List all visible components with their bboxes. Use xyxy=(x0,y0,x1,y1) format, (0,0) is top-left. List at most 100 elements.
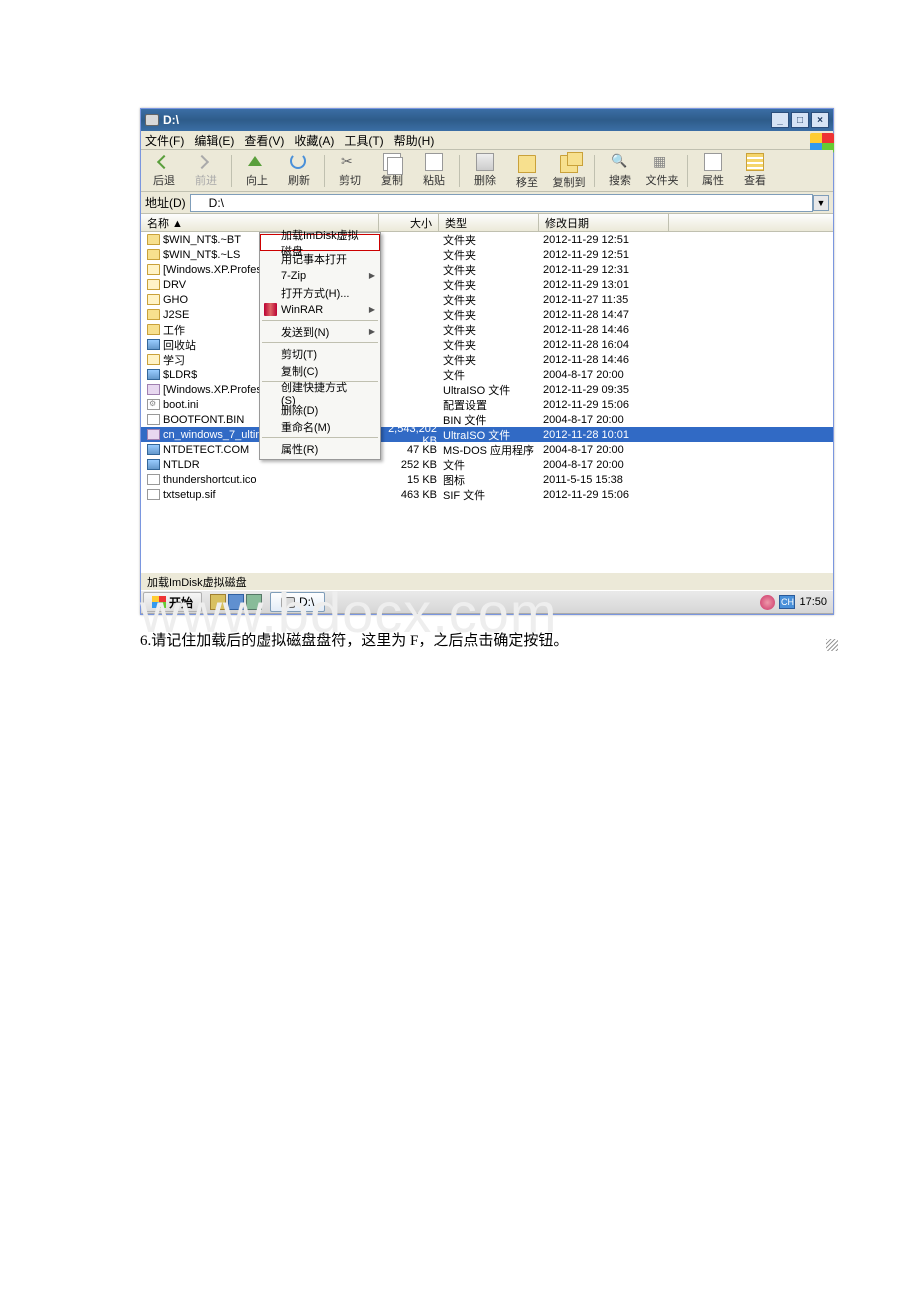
header-date[interactable]: 修改日期 xyxy=(539,214,669,231)
caption-text: 6.请记住加载后的虚拟磁盘盘符，这里为 F，之后点击确定按钮。 xyxy=(140,629,840,653)
close-button[interactable]: × xyxy=(811,112,829,128)
file-row[interactable]: [Windows.XP.Profess文件夹2012-11-29 12:31 xyxy=(141,262,833,277)
tray-icon[interactable] xyxy=(760,595,775,610)
column-headers: 名称 ▲ 大小 类型 修改日期 xyxy=(141,214,833,232)
cut-button[interactable]: 剪切 xyxy=(331,152,369,190)
menu-favorites[interactable]: 收藏(A) xyxy=(294,132,334,149)
address-field[interactable]: D:\ xyxy=(190,194,813,212)
quick-launch-icon[interactable] xyxy=(246,594,262,610)
file-icon xyxy=(147,474,160,485)
explorer-window: D:\ _ □ × 文件(F) 编辑(E) 查看(V) 收藏(A) 工具(T) … xyxy=(140,108,834,615)
up-button[interactable]: 向上 xyxy=(238,152,276,190)
file-list[interactable]: $WIN_NT$.~BT文件夹2012-11-29 12:51$WIN_NT$.… xyxy=(141,232,833,572)
file-type: MS-DOS 应用程序 xyxy=(441,442,541,458)
ctx-open-with[interactable]: 打开方式(H)... xyxy=(261,284,379,301)
file-icon xyxy=(147,354,160,365)
file-date: 2004-8-17 20:00 xyxy=(541,369,671,381)
file-row[interactable]: boot.ini配置设置2012-11-29 15:06 xyxy=(141,397,833,412)
file-row[interactable]: DRV文件夹2012-11-29 13:01 xyxy=(141,277,833,292)
file-row[interactable]: $LDR$文件2004-8-17 20:00 xyxy=(141,367,833,382)
ctx-send-to[interactable]: 发送到(N) xyxy=(261,323,379,340)
quick-launch xyxy=(206,594,266,610)
maximize-button[interactable]: □ xyxy=(791,112,809,128)
file-row[interactable]: thundershortcut.ico15 KB图标2011-5-15 15:3… xyxy=(141,472,833,487)
taskbar: 开始 D:\ CH 17:50 xyxy=(141,590,833,614)
ctx-create-shortcut[interactable]: 创建快捷方式(S) xyxy=(261,384,379,401)
clock[interactable]: 17:50 xyxy=(799,596,827,608)
file-type: 图标 xyxy=(441,472,541,488)
file-type: SIF 文件 xyxy=(441,487,541,503)
ctx-cut[interactable]: 剪切(T) xyxy=(261,345,379,362)
system-tray: CH 17:50 xyxy=(756,595,831,610)
file-row[interactable]: 回收站文件夹2012-11-28 16:04 xyxy=(141,337,833,352)
file-type: 文件 xyxy=(441,457,541,473)
file-row[interactable]: $WIN_NT$.~BT文件夹2012-11-29 12:51 xyxy=(141,232,833,247)
file-row[interactable]: J2SE文件夹2012-11-28 14:47 xyxy=(141,307,833,322)
header-type[interactable]: 类型 xyxy=(439,214,539,231)
address-dropdown-icon[interactable]: ▼ xyxy=(813,195,829,211)
file-icon xyxy=(147,309,160,320)
file-row[interactable]: txtsetup.sif463 KBSIF 文件2012-11-29 15:06 xyxy=(141,487,833,502)
ctx-open-notepad[interactable]: 用记事本打开 xyxy=(261,250,379,267)
quick-launch-icon[interactable] xyxy=(210,594,226,610)
file-icon xyxy=(147,459,160,470)
file-date: 2012-11-28 14:47 xyxy=(541,309,671,321)
menu-help[interactable]: 帮助(H) xyxy=(394,132,435,149)
file-row[interactable]: cn_windows_7_ultimate_x86_...2,543,202 K… xyxy=(141,427,833,442)
file-size: 252 KB xyxy=(381,459,441,471)
folders-button[interactable]: 文件夹 xyxy=(643,152,681,190)
start-button[interactable]: 开始 xyxy=(143,592,202,612)
copyto-button[interactable]: 复制到 xyxy=(550,152,588,190)
file-icon xyxy=(147,339,160,350)
file-name: thundershortcut.ico xyxy=(163,474,381,486)
ctx-delete[interactable]: 删除(D) xyxy=(261,401,379,418)
taskbar-item[interactable]: D:\ xyxy=(270,592,325,612)
file-date: 2012-11-29 12:51 xyxy=(541,249,671,261)
menu-tools[interactable]: 工具(T) xyxy=(344,132,383,149)
file-row[interactable]: GHO文件夹2012-11-27 11:35 xyxy=(141,292,833,307)
delete-button[interactable]: 删除 xyxy=(466,152,504,190)
file-icon xyxy=(147,399,160,410)
file-type: 文件夹 xyxy=(441,277,541,293)
copy-button[interactable]: 复制 xyxy=(373,152,411,190)
refresh-button[interactable]: 刷新 xyxy=(280,152,318,190)
file-type: 文件夹 xyxy=(441,322,541,338)
ctx-mount-imdisk[interactable]: 加载ImDisk虚拟磁盘 xyxy=(260,234,380,251)
file-icon xyxy=(147,369,160,380)
resize-grip-icon[interactable] xyxy=(826,639,838,651)
moveto-button[interactable]: 移至 xyxy=(508,152,546,190)
file-icon xyxy=(147,294,160,305)
file-type: UltraISO 文件 xyxy=(441,382,541,398)
file-type: 文件夹 xyxy=(441,307,541,323)
file-type: 配置设置 xyxy=(441,397,541,413)
ctx-properties[interactable]: 属性(R) xyxy=(261,440,379,457)
file-row[interactable]: BOOTFONT.BINBIN 文件2004-8-17 20:00 xyxy=(141,412,833,427)
titlebar[interactable]: D:\ _ □ × xyxy=(141,109,833,131)
ctx-copy[interactable]: 复制(C) xyxy=(261,362,379,379)
search-button[interactable]: 搜索 xyxy=(601,152,639,190)
file-type: BIN 文件 xyxy=(441,412,541,428)
ctx-7zip[interactable]: 7-Zip xyxy=(261,267,379,284)
quick-launch-icon[interactable] xyxy=(228,594,244,610)
ctx-rename[interactable]: 重命名(M) xyxy=(261,418,379,435)
paste-button[interactable]: 粘贴 xyxy=(415,152,453,190)
file-row[interactable]: NTLDR252 KB文件2004-8-17 20:00 xyxy=(141,457,833,472)
menu-file[interactable]: 文件(F) xyxy=(145,132,184,149)
language-indicator[interactable]: CH xyxy=(779,595,795,609)
header-size[interactable]: 大小 xyxy=(379,214,439,231)
file-row[interactable]: [Windows.XP.ProfessUltraISO 文件2012-11-29… xyxy=(141,382,833,397)
file-row[interactable]: 工作文件夹2012-11-28 14:46 xyxy=(141,322,833,337)
file-date: 2004-8-17 20:00 xyxy=(541,414,671,426)
menu-view[interactable]: 查看(V) xyxy=(244,132,284,149)
menu-edit[interactable]: 编辑(E) xyxy=(194,132,234,149)
file-row[interactable]: $WIN_NT$.~LS文件夹2012-11-29 12:51 xyxy=(141,247,833,262)
properties-button[interactable]: 属性 xyxy=(694,152,732,190)
ctx-winrar[interactable]: WinRAR xyxy=(261,301,379,318)
file-row[interactable]: 学习文件夹2012-11-28 14:46 xyxy=(141,352,833,367)
view-button[interactable]: 查看 xyxy=(736,152,774,190)
drive-icon xyxy=(281,597,295,608)
back-button[interactable]: 后退 xyxy=(145,152,183,190)
window-title: D:\ xyxy=(163,113,771,127)
minimize-button[interactable]: _ xyxy=(771,112,789,128)
file-row[interactable]: NTDETECT.COM47 KBMS-DOS 应用程序2004-8-17 20… xyxy=(141,442,833,457)
